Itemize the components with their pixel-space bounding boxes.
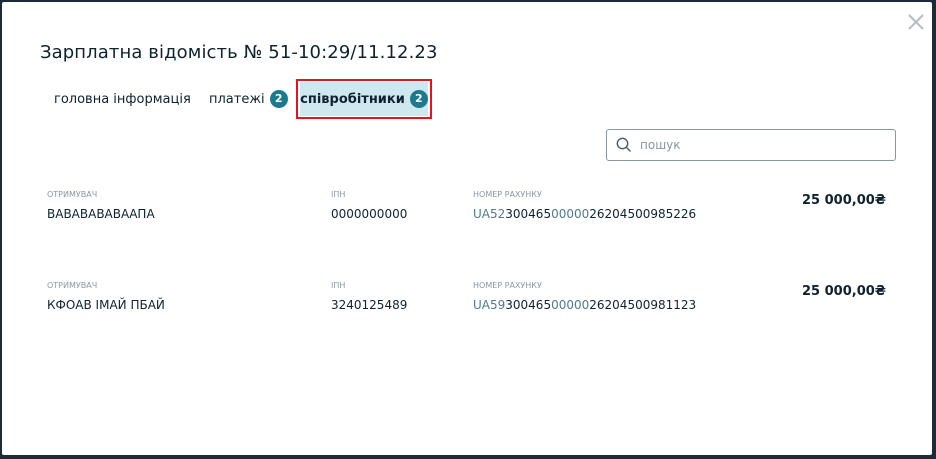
recipient-label: ОТРИМУВАЧ — [47, 281, 98, 290]
search-box[interactable] — [606, 129, 896, 161]
account-country-code: UA52 — [473, 207, 506, 221]
account-body: 26204500981123 — [589, 298, 697, 312]
tab-payments[interactable]: платежі 2 — [209, 88, 288, 110]
search-icon — [616, 137, 631, 152]
modal-title: Зарплатна відомість № 51-10:29/11.12.23 — [40, 42, 438, 63]
amount-value: 25 000,00₴ — [802, 193, 886, 208]
account-bank-code: 300465 — [505, 298, 552, 312]
payroll-modal: Зарплатна відомість № 51-10:29/11.12.23 … — [2, 2, 932, 455]
ipn-label: ІПН — [331, 190, 346, 199]
tab-employees-label: співробітники — [300, 91, 405, 107]
ipn-value: 3240125489 — [331, 298, 408, 312]
tab-employees[interactable]: співробітники 2 — [296, 79, 432, 119]
amount-value: 25 000,00₴ — [802, 284, 886, 299]
tab-main-info[interactable]: головна інформація — [54, 88, 191, 110]
tab-employees-inner: співробітники 2 — [300, 82, 428, 116]
account-number: UA593004650000026204500981123 — [473, 298, 696, 312]
account-body: 26204500985226 — [589, 207, 697, 221]
employee-row: ОТРИМУВАЧ КФОАВ ІМАЙ ПБАЙ ІПН 3240125489… — [2, 281, 932, 341]
tab-payments-label: платежі — [209, 91, 265, 107]
account-label: НОМЕР РАХУНКУ — [473, 281, 542, 290]
account-number: UA523004650000026204500985226 — [473, 207, 696, 221]
payments-count-badge: 2 — [269, 90, 288, 108]
recipient-name: ВАВАВАВАВААПА — [47, 207, 155, 221]
recipient-label: ОТРИМУВАЧ — [47, 190, 98, 199]
search-input[interactable] — [638, 137, 882, 153]
account-label: НОМЕР РАХУНКУ — [473, 190, 542, 199]
employees-count-badge: 2 — [409, 90, 428, 108]
account-country-code: UA59 — [473, 298, 506, 312]
account-bank-code: 300465 — [505, 207, 552, 221]
employee-row: ОТРИМУВАЧ ВАВАВАВАВААПА ІПН 0000000000 Н… — [2, 190, 932, 250]
recipient-name: КФОАВ ІМАЙ ПБАЙ — [47, 298, 165, 312]
close-icon[interactable] — [905, 11, 927, 33]
account-zeros: 00000 — [551, 298, 590, 312]
ipn-value: 0000000000 — [331, 207, 408, 221]
account-zeros: 00000 — [551, 207, 590, 221]
ipn-label: ІПН — [331, 281, 346, 290]
tab-main-info-label: головна інформація — [54, 91, 191, 107]
